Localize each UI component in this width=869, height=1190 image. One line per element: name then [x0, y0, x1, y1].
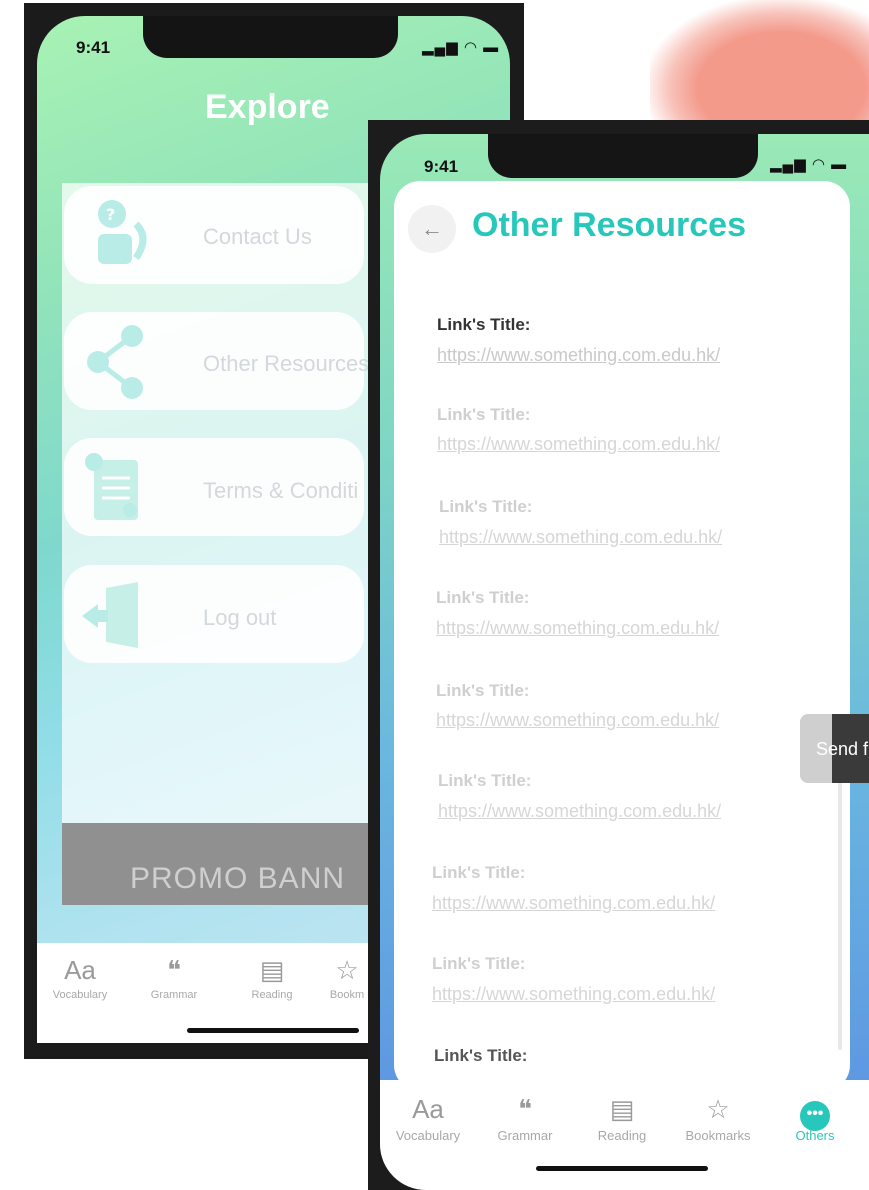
- tab-label: Others: [795, 1128, 835, 1143]
- scrollbar[interactable]: [838, 760, 842, 1050]
- status-time: 9:41: [424, 157, 459, 176]
- link-title: Link's Title:: [437, 315, 531, 334]
- link-title: Link's Title:: [432, 954, 526, 973]
- tab-grammar[interactable]: ❝ Grammar: [480, 1094, 570, 1143]
- svg-text:?: ?: [106, 205, 115, 224]
- tab-label: Grammar: [497, 1128, 553, 1143]
- link-title: Link's Title:: [437, 405, 531, 424]
- bookmark-icon: ☆: [706, 1094, 730, 1124]
- tab-label: Grammar: [150, 989, 198, 1001]
- status-icons: ▂▄▆ ◠ ▬: [770, 156, 848, 173]
- menu-item-label: Contact Us: [203, 224, 312, 249]
- vocabulary-icon: Aa: [64, 955, 96, 985]
- status-icons: ▂▄▆ ◠ ▬: [422, 39, 500, 56]
- reading-icon: ▤: [259, 955, 285, 985]
- link-url[interactable]: https://www.something.com.edu.hk/: [437, 434, 720, 455]
- grammar-icon: ❝: [518, 1094, 532, 1124]
- link-url[interactable]: https://www.something.com.edu.hk/: [436, 618, 719, 639]
- tab-others[interactable]: ••• Others: [770, 1094, 860, 1143]
- home-indicator: [187, 1028, 359, 1033]
- link-title: Link's Title:: [438, 771, 532, 790]
- tab-label: Vocabulary: [52, 989, 108, 1001]
- home-indicator: [536, 1166, 708, 1171]
- link-url[interactable]: https://www.something.com.edu.hk/: [432, 893, 715, 914]
- menu-item-label: Log out: [203, 605, 277, 630]
- tab-label: Reading: [597, 1128, 647, 1143]
- tab-vocabulary[interactable]: Aa Vocabulary: [383, 1094, 473, 1143]
- phone-notch: [488, 134, 758, 178]
- tab-grammar[interactable]: ❝ Grammar: [134, 955, 214, 1001]
- reading-icon: ▤: [609, 1094, 635, 1124]
- back-arrow-icon: ←: [421, 216, 443, 241]
- back-button[interactable]: ←: [408, 205, 456, 253]
- page-title: Other Resources: [472, 206, 746, 244]
- tab-label: Vocabulary: [395, 1128, 461, 1143]
- phone-notch: [143, 16, 398, 58]
- logout-door-icon: [76, 576, 156, 656]
- link-url[interactable]: https://www.something.com.edu.hk/: [437, 345, 720, 366]
- link-url[interactable]: https://www.something.com.edu.hk/: [439, 527, 722, 548]
- link-url[interactable]: https://www.something.com.edu.hk/: [438, 801, 721, 822]
- tab-reading[interactable]: ▤ Reading: [232, 955, 312, 1001]
- link-title: Link's Title:: [434, 1046, 528, 1065]
- share-icon: [76, 322, 156, 402]
- link-title: Link's Title:: [436, 588, 530, 607]
- tab-vocabulary[interactable]: Aa Vocabulary: [40, 955, 120, 1001]
- menu-item-label: Other Resources: [203, 351, 370, 376]
- link-url[interactable]: https://www.something.com.edu.hk/: [436, 710, 719, 731]
- menu-item-label: Terms & Conditi: [203, 478, 359, 503]
- contact-support-icon: ?: [76, 194, 156, 274]
- grammar-icon: ❝: [167, 955, 181, 985]
- tab-reading[interactable]: ▤ Reading: [577, 1094, 667, 1143]
- more-dots-icon: •••: [800, 1101, 830, 1131]
- link-title: Link's Title:: [432, 863, 526, 882]
- send-feedback-label: Send f: [816, 739, 869, 759]
- tab-bookmarks[interactable]: ☆ Bookmarks: [673, 1094, 763, 1143]
- tab-label: Bookm: [329, 989, 365, 1001]
- link-url[interactable]: https://www.something.com.edu.hk/: [432, 984, 715, 1005]
- document-check-icon: [76, 448, 156, 528]
- page-title: Explore: [205, 88, 330, 126]
- vocabulary-icon: Aa: [412, 1094, 444, 1124]
- link-title: Link's Title:: [436, 681, 530, 700]
- tab-label: Bookmarks: [685, 1128, 751, 1143]
- tab-label: Reading: [251, 989, 293, 1001]
- promo-banner-label: PROMO BANN: [130, 862, 346, 895]
- link-title: Link's Title:: [439, 497, 533, 516]
- status-time: 9:41: [76, 38, 111, 57]
- menu-panel: [62, 183, 372, 903]
